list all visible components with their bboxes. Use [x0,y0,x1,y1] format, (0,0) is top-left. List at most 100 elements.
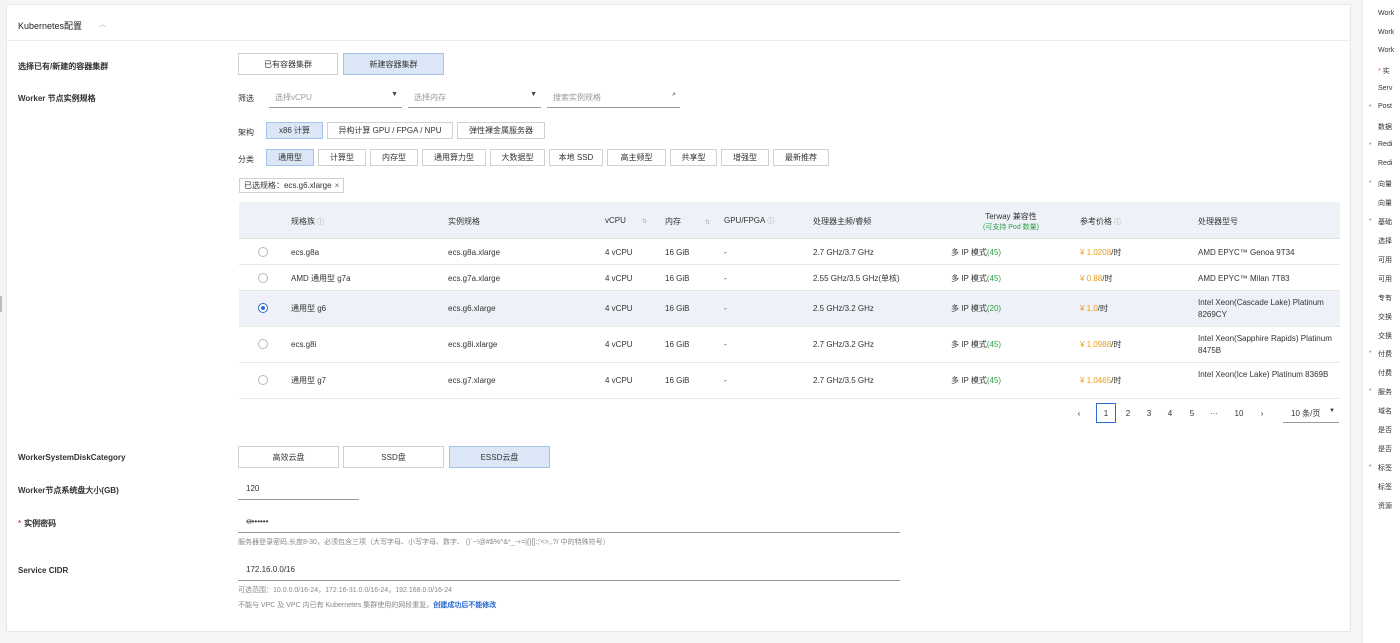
table-row-selected[interactable]: 通用型 g6 ecs.g6.xlarge 4 vCPU 16 GiB - 2.5… [239,291,1340,327]
side-item[interactable]: 交换 [1378,312,1392,322]
side-item[interactable]: 是否 [1378,425,1392,435]
side-group[interactable]: 付费 [1378,349,1392,359]
arch-baremetal-button[interactable]: 弹性裸金属服务器 [457,122,545,139]
new-cluster-button[interactable]: 新建容器集群 [343,53,444,75]
existing-cluster-button[interactable]: 已有容器集群 [238,53,338,75]
category-enhanced-button[interactable]: 增强型 [721,149,769,166]
row-radio[interactable] [258,247,268,257]
disk-essd-button[interactable]: ESSD云盘 [449,446,550,468]
category-latest-button[interactable]: 最新推荐 [773,149,829,166]
page-5[interactable]: 5 [1185,403,1199,423]
service-cidr-input[interactable]: 172.16.0.0/16 [238,559,900,581]
next-page-icon[interactable]: › [1255,403,1269,423]
side-item[interactable]: 可用 [1378,274,1392,284]
side-group-dot: • [1369,387,1372,394]
side-item[interactable]: 专有 [1378,293,1392,303]
category-general-button[interactable]: 通用型 [266,149,314,166]
row-radio[interactable] [258,273,268,283]
caret-down-icon: ▼ [391,91,398,98]
side-group[interactable]: Post [1378,103,1392,110]
category-compute-button[interactable]: 计算型 [318,149,366,166]
table-row[interactable]: AMD 通用型 g7a ecs.g7a.xlarge 4 vCPU 16 GiB… [239,265,1340,291]
eye-hidden-icon[interactable]: ⊘ [246,517,896,526]
col-memory[interactable]: 内存 ⇅ [665,216,710,227]
prev-page-icon[interactable]: ‹ [1072,403,1086,423]
row-radio-checked[interactable] [258,303,268,313]
side-item[interactable]: 付费 [1378,368,1392,378]
side-group[interactable]: Redi [1378,141,1392,148]
side-group[interactable]: 标签 [1378,463,1392,473]
page-3[interactable]: 3 [1142,403,1156,423]
kubernetes-config-panel: Kubernetes配置 ︿ 选择已有/新建的容器集群 已有容器集群 新建容器集… [6,4,1351,632]
col-gpu: GPU/FPGA ⓘ [724,216,775,225]
table-row[interactable]: 通用型 g7 ecs.g7.xlarge 4 vCPU 16 GiB - 2.7… [239,363,1340,399]
side-group-dot: • [1369,463,1372,470]
side-item[interactable]: * 实 [1378,66,1390,76]
spec-search-input[interactable]: 搜索实例规格 ⌕ [547,88,680,108]
side-group-dot: • [1369,103,1372,110]
caret-down-icon: ▼ [1329,408,1335,414]
arch-gpu-button[interactable]: 异构计算 GPU / FPGA / NPU [327,122,453,139]
arch-x86-button[interactable]: x86 计算 [266,122,323,139]
side-item[interactable]: 数据 [1378,122,1392,132]
resize-handle[interactable] [0,296,2,312]
side-item[interactable]: 选择 [1378,236,1392,246]
side-group[interactable]: 基础 [1378,217,1392,227]
page-1[interactable]: 1 [1096,403,1116,423]
help-icon[interactable]: ⓘ [317,219,324,226]
side-item[interactable]: Work [1378,10,1394,17]
table-row[interactable]: ecs.g8i ecs.g8i.xlarge 4 vCPU 16 GiB - 2… [239,327,1340,363]
disk-size-label: Worker节点系统盘大小(GB) [18,486,119,495]
col-vcpu[interactable]: vCPU ⇅ [605,216,647,225]
page-2[interactable]: 2 [1121,403,1135,423]
search-icon: ⌕ [672,91,676,98]
chevron-up-icon[interactable]: ︿ [99,19,106,29]
side-item[interactable]: 交换 [1378,331,1392,341]
side-item[interactable]: 域名 [1378,406,1392,416]
category-memory-button[interactable]: 内存型 [370,149,418,166]
category-shared-button[interactable]: 共享型 [670,149,717,166]
page-size-select[interactable]: 10 条/页 ▼ [1283,403,1339,423]
category-bigdata-button[interactable]: 大数据型 [490,149,545,166]
close-icon[interactable]: × [335,181,340,190]
category-local-ssd-button[interactable]: 本地 SSD [549,149,603,166]
side-item[interactable]: 是否 [1378,444,1392,454]
side-group-dot: • [1369,179,1372,186]
side-item[interactable]: Work [1378,47,1394,54]
table-header: 规格族 ⓘ 实例规格 vCPU ⇅ 内存 ⇅ GPU/FPGA ⓘ 处理器主频/睿频 T… [239,202,1340,239]
side-item[interactable]: Redi [1378,160,1392,167]
memory-select[interactable]: 选择内存 ▼ [408,88,541,108]
side-item[interactable]: 资源 [1378,501,1392,511]
side-group[interactable]: 向量 [1378,179,1392,189]
col-spec: 实例规格 [448,217,480,226]
row-radio[interactable] [258,339,268,349]
page-4[interactable]: 4 [1163,403,1177,423]
vcpu-select[interactable]: 选择vCPU ▼ [269,88,402,108]
side-group[interactable]: 服务 [1378,387,1392,397]
filter-label: 筛选 [238,94,254,103]
page-ellipsis[interactable]: ··· [1205,403,1223,423]
side-item[interactable]: 向量 [1378,198,1392,208]
disk-efficiency-button[interactable]: 高效云盘 [238,446,339,468]
col-processor: 处理器型号 [1198,217,1238,226]
row-radio[interactable] [258,375,268,385]
password-input[interactable]: •••••••• ⊘ [238,511,900,533]
disk-ssd-button[interactable]: SSD盘 [343,446,444,468]
category-general-compute-button[interactable]: 通用算力型 [422,149,486,166]
table-row[interactable]: ecs.g8a ecs.g8a.xlarge 4 vCPU 16 GiB - 2… [239,239,1340,265]
category-high-freq-button[interactable]: 高主频型 [607,149,666,166]
side-item[interactable]: Work [1378,29,1394,36]
page: Kubernetes配置 ︿ 选择已有/新建的容器集群 已有容器集群 新建容器集… [0,0,1400,643]
panel-header[interactable]: Kubernetes配置 ︿ [7,5,1350,41]
side-item[interactable]: 标签 [1378,482,1392,492]
sort-icon[interactable]: ⇅ [642,219,647,225]
side-item[interactable]: 可用 [1378,255,1392,265]
help-icon[interactable]: ⓘ [767,218,774,225]
help-icon[interactable]: ⓘ [1114,219,1121,226]
side-group-dot: • [1369,349,1372,356]
page-10[interactable]: 10 [1229,403,1249,423]
disk-size-input[interactable]: 120 [238,478,359,500]
sort-icon[interactable]: ⇅ [705,220,710,226]
disk-category-label: WorkerSystemDiskCategory [18,453,126,462]
side-item[interactable]: Serv [1378,85,1392,92]
